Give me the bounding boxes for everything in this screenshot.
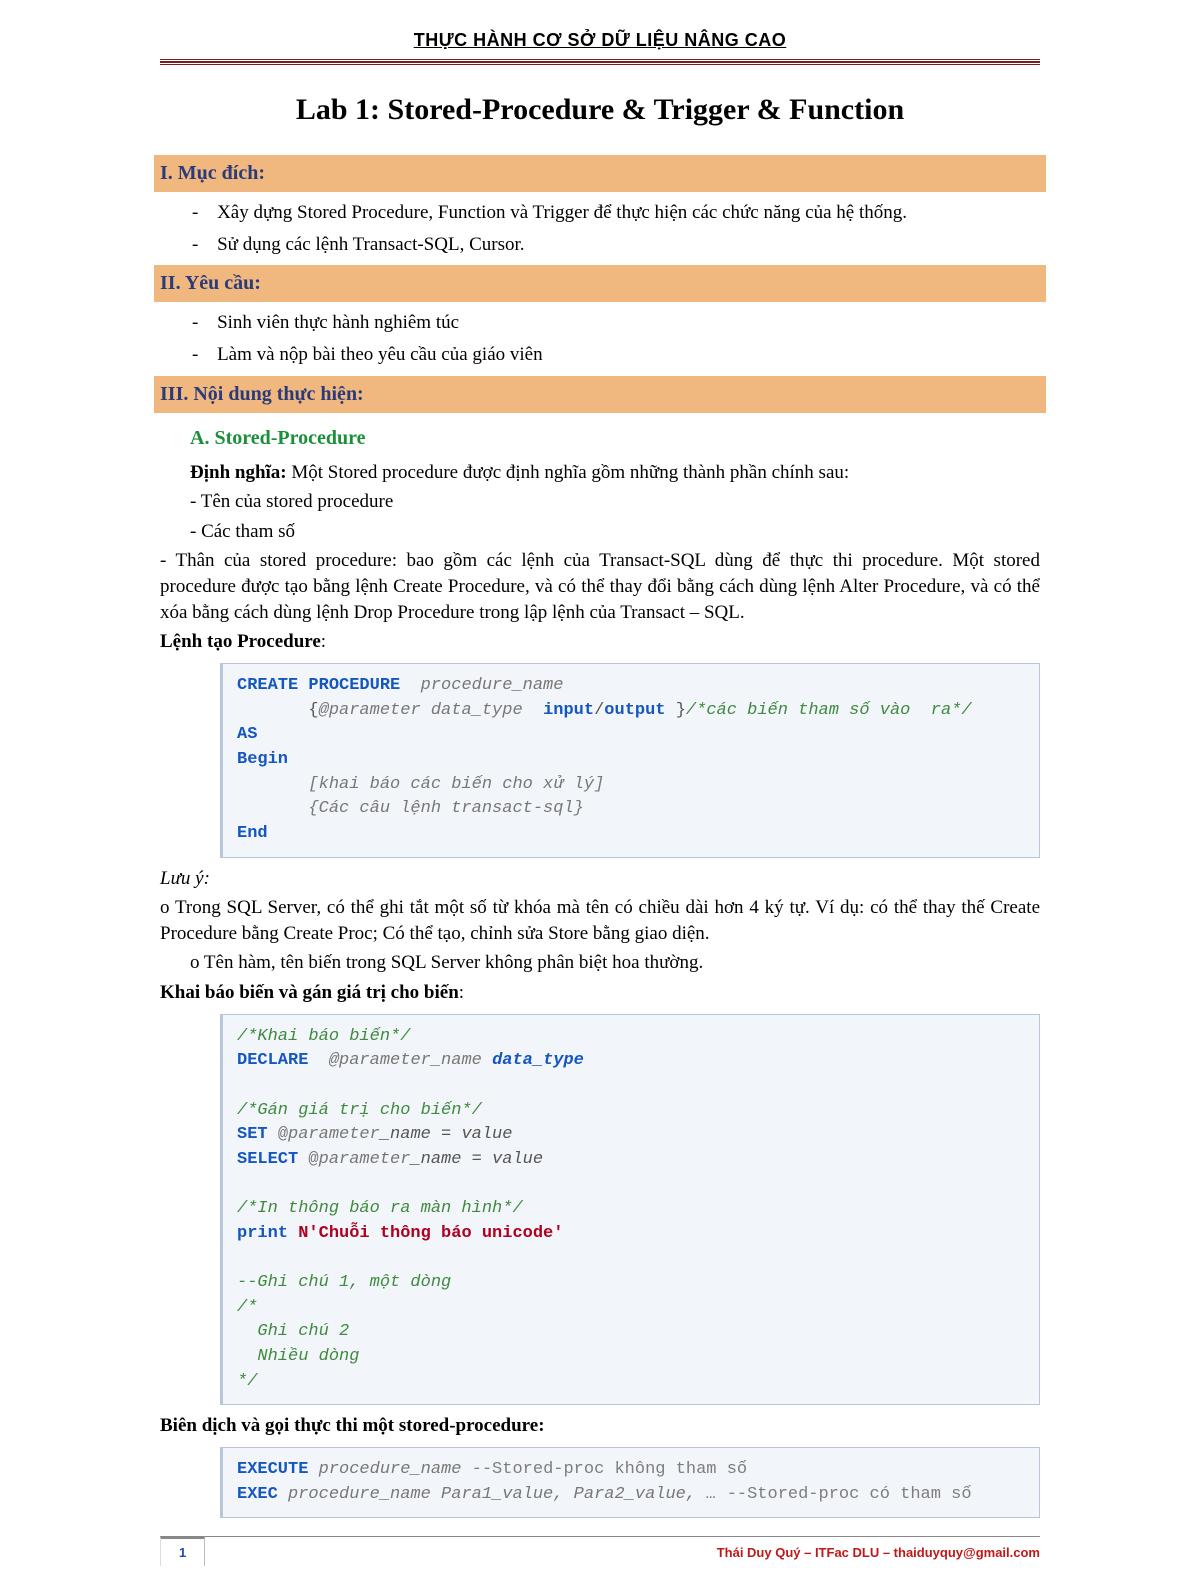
definition-text: Một Stored procedure được định nghĩa gồm… <box>287 462 850 483</box>
section-heading-1: I. Mục đích: <box>154 155 1046 192</box>
bullet-text: - Thân của stored procedure: bao gồm các… <box>160 548 1040 625</box>
code-block-declare: /*Khai báo biến*/ DECLARE @parameter_nam… <box>220 1014 1040 1406</box>
footer-author: Thái Duy Quý – ITFac DLU – thaiduyquy@gm… <box>717 1539 1040 1560</box>
note-text: o Tên hàm, tên biến trong SQL Server khô… <box>190 950 1040 976</box>
compile-exec-label: Biên dịch và gọi thực thi một stored-pro… <box>160 1413 1040 1439</box>
page-header: THỰC HÀNH CƠ SỞ DỮ LIỆU NÂNG CAO <box>160 30 1040 51</box>
page-title: Lab 1: Stored-Procedure & Trigger & Func… <box>160 93 1040 127</box>
page-footer: 1 Thái Duy Quý – ITFac DLU – thaiduyquy@… <box>160 1536 1040 1566</box>
list-item: Làm và nộp bài theo yêu cầu của giáo viê… <box>220 342 1040 368</box>
section-1-list: Xây dựng Stored Procedure, Function và T… <box>220 200 1040 257</box>
bullet-text: - Tên của stored procedure <box>190 489 1040 515</box>
definition-line: Định nghĩa: Một Stored procedure được đị… <box>190 460 1040 486</box>
list-item: Xây dựng Stored Procedure, Function và T… <box>220 200 1040 226</box>
section-heading-2: II. Yêu cầu: <box>154 265 1046 302</box>
header-rule <box>160 59 1040 65</box>
note-label: Lưu ý: <box>160 866 1040 892</box>
page-number: 1 <box>160 1536 205 1566</box>
note-text: o Trong SQL Server, có thể ghi tắt một s… <box>160 895 1040 946</box>
list-item: Sử dụng các lệnh Transact-SQL, Cursor. <box>220 232 1040 258</box>
declare-var-label: Khai báo biến và gán giá trị cho biến: <box>160 980 1040 1006</box>
code-block-execute: EXECUTE procedure_name --Stored-proc khô… <box>220 1447 1040 1518</box>
section-2-list: Sinh viên thực hành nghiêm túc Làm và nộ… <box>220 310 1040 367</box>
header-prefix: THỰC HÀNH CƠ SỞ DỮ LIỆU <box>414 30 685 50</box>
code-block-create-procedure: CREATE PROCEDURE procedure_name {@parame… <box>220 663 1040 857</box>
list-item: Sinh viên thực hành nghiêm túc <box>220 310 1040 336</box>
subsection-a-heading: A. Stored-Procedure <box>190 427 1040 450</box>
definition-label: Định nghĩa: <box>190 462 287 483</box>
bullet-text: - Các tham số <box>190 519 1040 545</box>
section-heading-3: III. Nội dung thực hiện: <box>154 376 1046 413</box>
create-procedure-label: Lệnh tạo Procedure: <box>160 629 1040 655</box>
header-bold: NÂNG CAO <box>684 30 786 50</box>
